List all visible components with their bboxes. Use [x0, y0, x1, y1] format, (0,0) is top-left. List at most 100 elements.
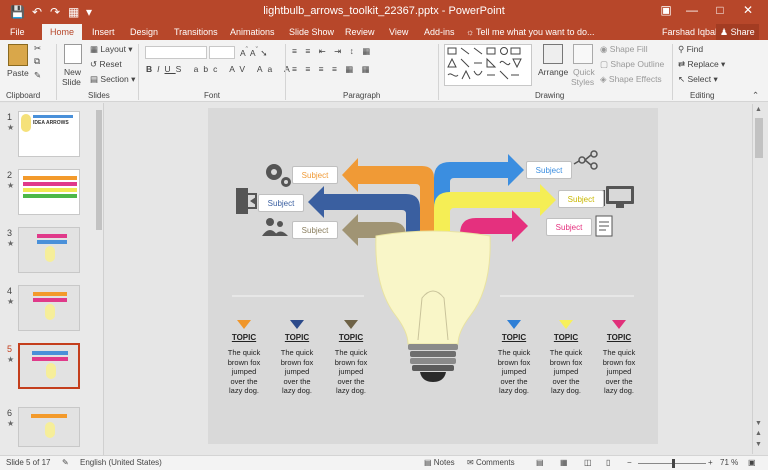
slide-scrollbar[interactable]: ▲ ▼ ▲ ▼ — [752, 104, 764, 454]
slide-thumbnail-4[interactable] — [18, 285, 80, 331]
replace-button[interactable]: ⇄ Replace ▾ — [678, 59, 725, 70]
separator — [672, 44, 673, 100]
group-drawing: Drawing — [535, 91, 565, 100]
slide-thumbnail-5[interactable] — [18, 343, 80, 389]
tab-transitions[interactable]: Transitions — [170, 24, 222, 40]
arrange-icon[interactable] — [543, 44, 563, 64]
select-button[interactable]: ↖ Select ▾ — [678, 74, 718, 85]
tab-file[interactable]: File — [6, 24, 29, 40]
scroll-thumb[interactable] — [96, 110, 102, 230]
shape-effects-button[interactable]: ◈ Shape Effects — [600, 74, 662, 85]
comments-button[interactable]: ✉ Comments — [467, 458, 515, 467]
format-painter-icon[interactable]: ✎ — [34, 70, 41, 81]
zoom-level[interactable]: 71 % — [720, 458, 738, 467]
reset-button[interactable]: ↺ Reset — [90, 59, 122, 70]
fit-to-window-icon[interactable]: ▣ — [748, 458, 756, 467]
spellcheck-icon[interactable]: ✎ — [62, 458, 69, 467]
tab-insert[interactable]: Insert — [88, 24, 119, 40]
font-format-buttons[interactable]: BIUS abc AV Aa A — [146, 64, 295, 74]
thumbnail-scrollbar[interactable] — [95, 106, 103, 452]
subject-box-left-3[interactable]: Subject — [292, 221, 338, 239]
layout-label: Layout — [100, 44, 126, 54]
comments-label: Comments — [475, 458, 515, 467]
tab-slide-show[interactable]: Slide Show — [285, 24, 338, 40]
scroll-down-icon[interactable]: ▼ — [755, 420, 762, 427]
next-slide-icon[interactable]: ▼ — [755, 441, 762, 448]
group-paragraph: Paragraph — [343, 91, 381, 100]
font-size-input[interactable] — [209, 46, 235, 59]
slideshow-view-icon[interactable]: ▯ — [606, 458, 610, 467]
subject-box-left-2[interactable]: Subject — [258, 194, 304, 212]
scroll-up-icon[interactable]: ▲ — [755, 106, 762, 113]
collapse-ribbon-icon[interactable]: ⌃ — [752, 90, 759, 101]
tab-review[interactable]: Review — [341, 24, 379, 40]
tab-view[interactable]: View — [385, 24, 412, 40]
subject-box-left-1[interactable]: Subject — [292, 166, 338, 184]
font-name-input[interactable] — [145, 46, 207, 59]
tab-animations[interactable]: Animations — [226, 24, 279, 40]
slide-thumbnail-3[interactable] — [18, 227, 80, 273]
align-icons[interactable]: ≡ ≡ ≡ ≡ ▦ ▦ — [292, 64, 373, 75]
scroll-thumb[interactable] — [755, 118, 763, 158]
topic-block[interactable]: TOPIC The quick brown fox jumped over th… — [544, 320, 588, 396]
slide-canvas[interactable]: Subject Subject Subject Subject Subject … — [208, 108, 658, 444]
paste-icon[interactable] — [8, 44, 28, 66]
topic-block[interactable]: TOPIC The quick brown fox jumped over th… — [492, 320, 536, 396]
new-slide-icon[interactable] — [64, 44, 82, 64]
slide-thumbnail-1[interactable]: IDEA ARROWS — [18, 111, 80, 157]
share-button[interactable]: ♟ Share — [716, 24, 759, 40]
normal-view-icon[interactable]: ▤ — [536, 458, 544, 467]
ribbon-options-icon[interactable]: ▣ — [656, 3, 676, 17]
cut-icon[interactable]: ✂ — [34, 43, 41, 54]
topic-block[interactable]: TOPIC The quick brown fox jumped over th… — [597, 320, 641, 396]
quick-styles-icon[interactable] — [573, 44, 593, 64]
language-indicator[interactable]: English (United States) — [80, 458, 162, 467]
arrange-button[interactable]: Arrange — [538, 67, 568, 77]
separator — [438, 44, 439, 100]
slide-thumbnail-6[interactable] — [18, 407, 80, 447]
thumb-bulb — [21, 114, 31, 132]
gears-icon — [266, 164, 291, 187]
slide-thumbnail-2[interactable] — [18, 169, 80, 215]
topic-line: jumped — [284, 367, 310, 376]
topic-block[interactable]: TOPIC The quick brown fox jumped over th… — [329, 320, 373, 396]
lightbulb — [375, 230, 491, 382]
shape-outline-button[interactable]: ▢ Shape Outline — [600, 59, 664, 70]
layout-button[interactable]: ▦ Layout ▾ — [90, 44, 133, 55]
topic-block[interactable]: TOPIC The quick brown fox jumped over th… — [222, 320, 266, 396]
close-icon[interactable]: ✕ — [738, 3, 758, 17]
reading-view-icon[interactable]: ◫ — [584, 458, 592, 467]
subject-box-right-3[interactable]: Subject — [546, 218, 592, 236]
paste-button[interactable]: Paste — [7, 68, 29, 78]
bullets-icon[interactable]: ≡ ≡ ⇤ ⇥ ↕ ▦ — [292, 46, 373, 57]
quick-styles-button[interactable]: Quick — [573, 67, 595, 77]
slide-sorter-icon[interactable]: ▦ — [560, 458, 568, 467]
tab-design[interactable]: Design — [126, 24, 162, 40]
minimize-icon[interactable]: — — [682, 3, 702, 17]
group-slides: Slides — [88, 91, 110, 100]
previous-slide-icon[interactable]: ▲ — [755, 430, 762, 437]
tell-me-search[interactable]: Tell me what you want to do... — [472, 24, 599, 40]
tab-add-ins[interactable]: Add-ins — [420, 24, 459, 40]
zoom-slider-thumb[interactable] — [672, 459, 675, 468]
slide-counter: Slide 5 of 17 — [6, 458, 51, 467]
notes-button[interactable]: ▤ Notes — [424, 458, 455, 467]
subject-box-right-2[interactable]: Subject — [558, 190, 604, 208]
zoom-out-icon[interactable]: − — [627, 458, 632, 467]
new-slide-label[interactable]: Slide — [62, 77, 81, 87]
find-button[interactable]: ⚲ Find — [678, 44, 703, 55]
copy-icon[interactable]: ⧉ — [34, 56, 40, 67]
new-slide-button[interactable]: New — [64, 67, 81, 77]
topic-line: brown fox — [334, 357, 368, 367]
user-name[interactable]: Farshad Iqbal — [658, 24, 721, 40]
font-grow-icon[interactable]: Aˆ Aˇ ➘ — [240, 46, 267, 59]
section-button[interactable]: ▤ Section ▾ — [90, 74, 135, 85]
subject-box-right-1[interactable]: Subject — [526, 161, 572, 179]
animation-star-icon: ★ — [7, 181, 15, 190]
topic-block[interactable]: TOPIC The quick brown fox jumped over th… — [275, 320, 319, 396]
shape-fill-button[interactable]: ◉ Shape Fill — [600, 44, 648, 55]
maximize-icon[interactable]: □ — [710, 3, 730, 17]
zoom-in-icon[interactable]: + — [708, 458, 713, 467]
shapes-gallery[interactable] — [444, 44, 532, 86]
tab-home[interactable]: Home — [42, 24, 82, 40]
